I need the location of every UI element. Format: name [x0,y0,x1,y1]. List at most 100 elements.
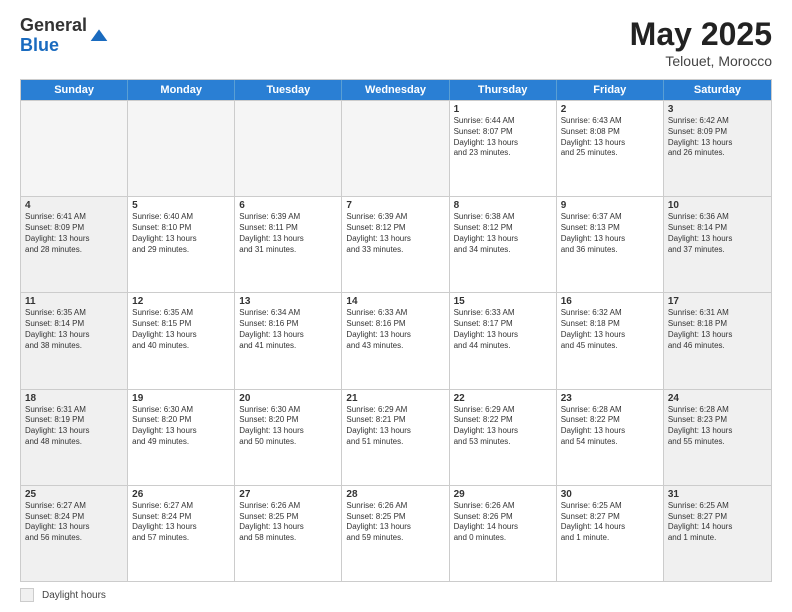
day-info: Sunrise: 6:32 AM Sunset: 8:18 PM Dayligh… [561,308,659,351]
day-number: 19 [132,393,230,404]
day-info: Sunrise: 6:31 AM Sunset: 8:19 PM Dayligh… [25,405,123,448]
day-cell: 8Sunrise: 6:38 AM Sunset: 8:12 PM Daylig… [450,197,557,292]
day-number: 21 [346,393,444,404]
day-info: Sunrise: 6:33 AM Sunset: 8:16 PM Dayligh… [346,308,444,351]
day-cell: 6Sunrise: 6:39 AM Sunset: 8:11 PM Daylig… [235,197,342,292]
day-info: Sunrise: 6:36 AM Sunset: 8:14 PM Dayligh… [668,212,767,255]
month-year: May 2025 [630,16,772,53]
day-info: Sunrise: 6:39 AM Sunset: 8:12 PM Dayligh… [346,212,444,255]
day-cell: 4Sunrise: 6:41 AM Sunset: 8:09 PM Daylig… [21,197,128,292]
day-number: 24 [668,393,767,404]
day-cell: 31Sunrise: 6:25 AM Sunset: 8:27 PM Dayli… [664,486,771,581]
day-headers: SundayMondayTuesdayWednesdayThursdayFrid… [21,80,771,100]
header: General Blue May 2025 Telouet, Morocco [20,16,772,69]
day-number: 26 [132,489,230,500]
day-number: 25 [25,489,123,500]
day-info: Sunrise: 6:28 AM Sunset: 8:23 PM Dayligh… [668,405,767,448]
day-header: Tuesday [235,80,342,100]
day-number: 9 [561,200,659,211]
day-number: 12 [132,296,230,307]
day-info: Sunrise: 6:39 AM Sunset: 8:11 PM Dayligh… [239,212,337,255]
day-cell: 23Sunrise: 6:28 AM Sunset: 8:22 PM Dayli… [557,390,664,485]
day-number: 20 [239,393,337,404]
day-cell: 14Sunrise: 6:33 AM Sunset: 8:16 PM Dayli… [342,293,449,388]
day-info: Sunrise: 6:25 AM Sunset: 8:27 PM Dayligh… [668,501,767,544]
day-cell: 3Sunrise: 6:42 AM Sunset: 8:09 PM Daylig… [664,101,771,196]
day-header: Wednesday [342,80,449,100]
day-cell: 5Sunrise: 6:40 AM Sunset: 8:10 PM Daylig… [128,197,235,292]
day-info: Sunrise: 6:28 AM Sunset: 8:22 PM Dayligh… [561,405,659,448]
day-number: 16 [561,296,659,307]
day-cell: 15Sunrise: 6:33 AM Sunset: 8:17 PM Dayli… [450,293,557,388]
day-info: Sunrise: 6:38 AM Sunset: 8:12 PM Dayligh… [454,212,552,255]
day-cell: 17Sunrise: 6:31 AM Sunset: 8:18 PM Dayli… [664,293,771,388]
day-number: 5 [132,200,230,211]
day-cell: 29Sunrise: 6:26 AM Sunset: 8:26 PM Dayli… [450,486,557,581]
title-block: May 2025 Telouet, Morocco [630,16,772,69]
day-cell: 26Sunrise: 6:27 AM Sunset: 8:24 PM Dayli… [128,486,235,581]
day-number: 10 [668,200,767,211]
day-cell: 11Sunrise: 6:35 AM Sunset: 8:14 PM Dayli… [21,293,128,388]
day-info: Sunrise: 6:40 AM Sunset: 8:10 PM Dayligh… [132,212,230,255]
day-info: Sunrise: 6:29 AM Sunset: 8:22 PM Dayligh… [454,405,552,448]
day-info: Sunrise: 6:35 AM Sunset: 8:14 PM Dayligh… [25,308,123,351]
day-cell: 19Sunrise: 6:30 AM Sunset: 8:20 PM Dayli… [128,390,235,485]
day-cell: 21Sunrise: 6:29 AM Sunset: 8:21 PM Dayli… [342,390,449,485]
day-cell: 16Sunrise: 6:32 AM Sunset: 8:18 PM Dayli… [557,293,664,388]
logo: General Blue [20,16,109,56]
day-number: 27 [239,489,337,500]
day-number: 14 [346,296,444,307]
legend-label: Daylight hours [42,590,106,601]
legend-box [20,588,34,602]
day-info: Sunrise: 6:26 AM Sunset: 8:26 PM Dayligh… [454,501,552,544]
day-info: Sunrise: 6:27 AM Sunset: 8:24 PM Dayligh… [25,501,123,544]
day-number: 30 [561,489,659,500]
day-number: 23 [561,393,659,404]
week-row: 11Sunrise: 6:35 AM Sunset: 8:14 PM Dayli… [21,292,771,388]
day-cell [21,101,128,196]
day-cell: 2Sunrise: 6:43 AM Sunset: 8:08 PM Daylig… [557,101,664,196]
day-number: 2 [561,104,659,115]
location: Telouet, Morocco [630,53,772,69]
day-number: 29 [454,489,552,500]
day-info: Sunrise: 6:34 AM Sunset: 8:16 PM Dayligh… [239,308,337,351]
day-info: Sunrise: 6:43 AM Sunset: 8:08 PM Dayligh… [561,116,659,159]
calendar: SundayMondayTuesdayWednesdayThursdayFrid… [20,79,772,582]
day-info: Sunrise: 6:41 AM Sunset: 8:09 PM Dayligh… [25,212,123,255]
day-info: Sunrise: 6:37 AM Sunset: 8:13 PM Dayligh… [561,212,659,255]
day-info: Sunrise: 6:35 AM Sunset: 8:15 PM Dayligh… [132,308,230,351]
day-cell: 22Sunrise: 6:29 AM Sunset: 8:22 PM Dayli… [450,390,557,485]
day-cell: 18Sunrise: 6:31 AM Sunset: 8:19 PM Dayli… [21,390,128,485]
day-info: Sunrise: 6:31 AM Sunset: 8:18 PM Dayligh… [668,308,767,351]
day-cell: 27Sunrise: 6:26 AM Sunset: 8:25 PM Dayli… [235,486,342,581]
week-row: 18Sunrise: 6:31 AM Sunset: 8:19 PM Dayli… [21,389,771,485]
day-cell [128,101,235,196]
day-header: Thursday [450,80,557,100]
day-cell: 10Sunrise: 6:36 AM Sunset: 8:14 PM Dayli… [664,197,771,292]
day-info: Sunrise: 6:29 AM Sunset: 8:21 PM Dayligh… [346,405,444,448]
week-row: 4Sunrise: 6:41 AM Sunset: 8:09 PM Daylig… [21,196,771,292]
day-cell: 13Sunrise: 6:34 AM Sunset: 8:16 PM Dayli… [235,293,342,388]
day-info: Sunrise: 6:33 AM Sunset: 8:17 PM Dayligh… [454,308,552,351]
day-number: 11 [25,296,123,307]
day-number: 8 [454,200,552,211]
day-number: 1 [454,104,552,115]
day-info: Sunrise: 6:42 AM Sunset: 8:09 PM Dayligh… [668,116,767,159]
day-cell: 12Sunrise: 6:35 AM Sunset: 8:15 PM Dayli… [128,293,235,388]
day-cell: 1Sunrise: 6:44 AM Sunset: 8:07 PM Daylig… [450,101,557,196]
day-number: 17 [668,296,767,307]
day-cell: 25Sunrise: 6:27 AM Sunset: 8:24 PM Dayli… [21,486,128,581]
day-header: Saturday [664,80,771,100]
day-header: Friday [557,80,664,100]
day-cell: 30Sunrise: 6:25 AM Sunset: 8:27 PM Dayli… [557,486,664,581]
legend: Daylight hours [20,588,772,602]
day-info: Sunrise: 6:30 AM Sunset: 8:20 PM Dayligh… [132,405,230,448]
day-number: 15 [454,296,552,307]
day-info: Sunrise: 6:44 AM Sunset: 8:07 PM Dayligh… [454,116,552,159]
day-cell [235,101,342,196]
day-number: 31 [668,489,767,500]
day-info: Sunrise: 6:25 AM Sunset: 8:27 PM Dayligh… [561,501,659,544]
day-info: Sunrise: 6:26 AM Sunset: 8:25 PM Dayligh… [239,501,337,544]
day-info: Sunrise: 6:26 AM Sunset: 8:25 PM Dayligh… [346,501,444,544]
day-header: Monday [128,80,235,100]
